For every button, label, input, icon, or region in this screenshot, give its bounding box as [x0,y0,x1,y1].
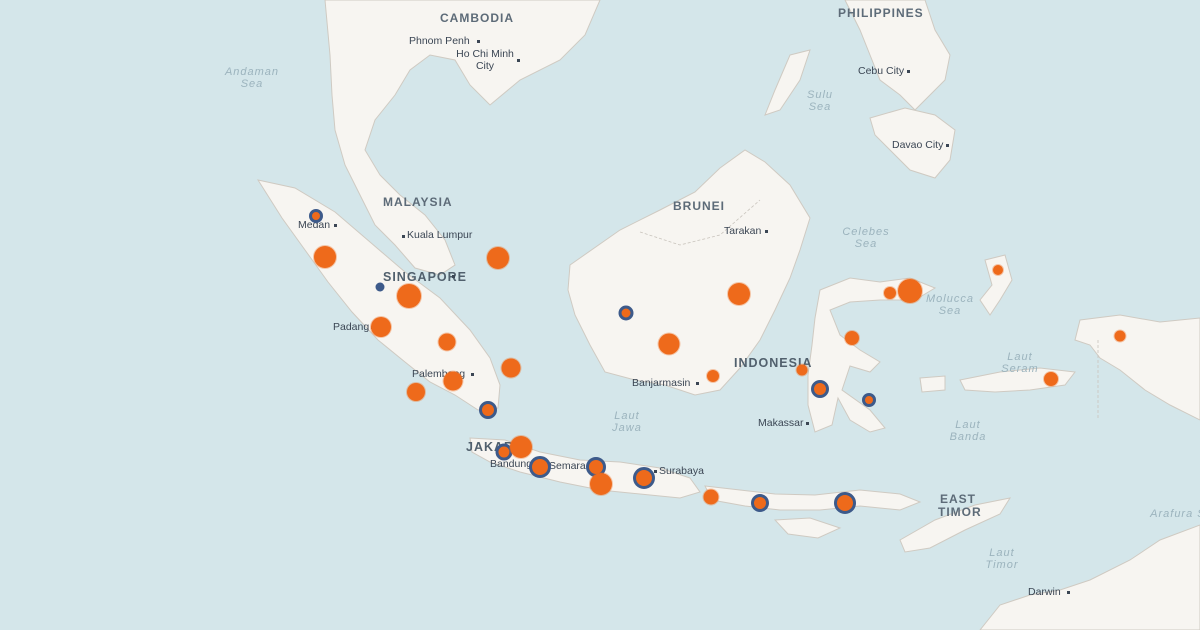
label-cebu: Cebu City [858,65,905,77]
marker-orange-dot[interactable] [438,333,456,351]
marker-ringed-dot[interactable] [811,380,829,398]
marker-orange-dot[interactable] [443,371,463,391]
marker-ringed-dot[interactable] [751,494,769,512]
label-padang: Padang [333,321,370,333]
label-laut-banda: Laut Banda [949,419,987,443]
marker-ringed-dot[interactable] [633,467,655,489]
label-davao: Davao City [892,139,944,151]
marker-ringed-dot[interactable] [618,305,634,321]
label-tarakan: Tarakan [724,225,762,237]
city-dot [907,70,910,73]
marker-orange-dot[interactable] [510,436,532,458]
marker-orange-dot[interactable] [371,317,391,337]
marker-orange-dot[interactable] [590,473,612,495]
map-canvas[interactable]: CAMBODIA PHILIPPINES MALAYSIA BRUNEI SIN… [0,0,1200,630]
city-dot [517,59,520,62]
marker-ringed-dot[interactable] [862,393,876,407]
marker-orange-dot[interactable] [796,364,808,376]
marker-ringed-dot[interactable] [834,492,856,514]
city-dot [806,422,809,425]
city-dot [402,235,405,238]
marker-orange-dot[interactable] [728,283,750,305]
marker-orange-dot[interactable] [707,370,719,382]
marker-blue-dot[interactable] [375,282,385,292]
label-kuala-lumpur: Kuala Lumpur [407,229,473,241]
city-dot [452,275,455,278]
city-dot [334,224,337,227]
marker-orange-dot[interactable] [407,383,425,401]
label-darwin: Darwin [1028,586,1061,598]
city-dot [477,40,480,43]
marker-orange-dot[interactable] [993,265,1003,275]
city-dot [1067,591,1070,594]
marker-orange-dot[interactable] [898,279,922,303]
marker-orange-dot[interactable] [1044,372,1058,386]
marker-orange-dot[interactable] [397,284,421,308]
city-dot [654,470,657,473]
label-cambodia: CAMBODIA [440,11,514,25]
marker-orange-dot[interactable] [487,247,509,269]
city-dot [946,144,949,147]
label-surabaya: Surabaya [659,465,704,477]
label-ho-chi-minh: Ho Chi Minh City [456,48,514,72]
label-banjarmasin: Banjarmasin [632,377,691,389]
marker-orange-dot[interactable] [1114,330,1126,342]
label-andaman-sea: Andaman Sea [224,66,280,90]
label-molucca-sea: Molucca Sea [926,293,974,317]
city-dot [471,373,474,376]
city-dot [765,230,768,233]
label-laut-timor: Laut Timor [985,547,1019,571]
marker-ringed-dot[interactable] [529,456,551,478]
label-celebes-sea: Celebes Sea [842,226,890,250]
label-malaysia: MALAYSIA [383,195,453,209]
basemap [0,0,1200,630]
label-makassar: Makassar [758,417,804,429]
label-east-timor: EAST TIMOR [938,492,982,519]
label-philippines: PHILIPPINES [838,6,924,20]
marker-orange-dot[interactable] [658,333,680,355]
label-laut-jawa: Laut Jawa [612,410,642,434]
marker-orange-dot[interactable] [314,246,336,268]
marker-orange-dot[interactable] [703,489,719,505]
marker-ringed-dot[interactable] [479,401,497,419]
city-dot [696,382,699,385]
label-laut-seram: Laut Seram [1001,351,1039,375]
label-brunei: BRUNEI [673,199,726,213]
marker-orange-dot[interactable] [501,358,521,378]
marker-orange-dot[interactable] [845,331,859,345]
label-phnom-penh: Phnom Penh [409,35,470,47]
marker-orange-dot[interactable] [884,287,896,299]
label-arafura-sea: Arafura Sea [1150,508,1200,520]
label-sulu-sea: Sulu Sea [806,89,834,113]
marker-ringed-dot[interactable] [309,209,323,223]
label-bandung: Bandung [490,458,533,470]
